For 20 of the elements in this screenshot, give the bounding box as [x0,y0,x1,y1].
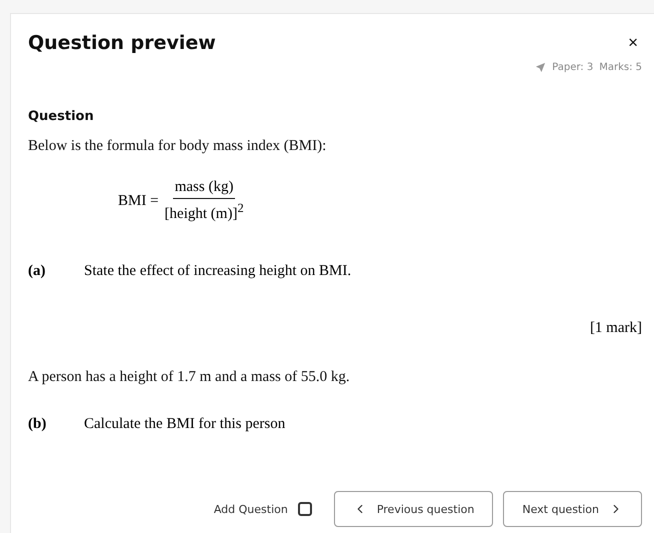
add-question-checkbox[interactable] [298,502,312,516]
section-heading: Question [28,109,95,124]
add-question-label: Add Question [214,502,288,516]
mark-allocation: [1 mark] [588,320,642,337]
marks-label: Marks: 5 [599,62,642,73]
question-text: A person has a height of 1.7 m and a mass of 55.0 kg. [28,369,351,386]
part-label: (a) [28,263,46,280]
formula-lhs: BMI = [118,192,159,210]
dialog-title: Question preview [28,32,216,54]
previous-question-button[interactable]: Previous question [334,491,494,527]
question-text: Below is the formula for body mass index (BMI): [28,138,328,155]
send-icon [535,62,546,73]
part-label: (b) [28,416,48,433]
part-text: State the effect of increasing height on BMI. [84,263,352,280]
formula-numerator: mass (kg) [172,179,236,199]
close-button[interactable]: × [624,33,642,53]
part-text: Calculate the BMI for this person [84,416,286,433]
formula-denominator: [height (m)]$^{2}$ [164,200,244,223]
paper-label: Paper: 3 [552,62,594,73]
next-question-button[interactable]: Next question [503,491,642,527]
